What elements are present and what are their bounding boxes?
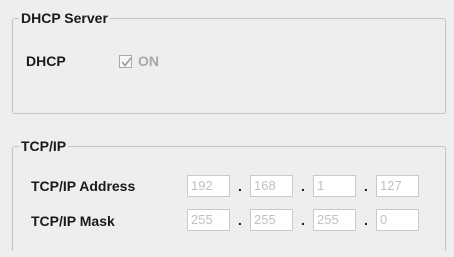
tcpip-address-octet-3[interactable]: 1 (313, 175, 356, 197)
dhcp-on-toggle[interactable]: ON (119, 53, 159, 69)
dhcp-on-checkbox[interactable] (119, 54, 132, 68)
tcpip-address-octet-4[interactable]: 127 (376, 175, 419, 197)
network-settings-panel: DHCP Server DHCP ON TCP/IP TCP/IP Addres… (0, 0, 454, 257)
tcpip-group-title: TCP/IP (19, 138, 69, 154)
tcpip-mask-field: 255 . 255 . 255 . 0 (187, 209, 419, 231)
tcpip-mask-label: TCP/IP Mask (31, 213, 115, 229)
dhcp-on-label: ON (138, 53, 159, 69)
tcpip-address-separator: . (238, 178, 242, 194)
dhcp-label: DHCP (26, 53, 66, 69)
tcpip-mask-separator: . (301, 212, 305, 228)
tcpip-mask-separator: . (238, 212, 242, 228)
tcpip-mask-octet-3[interactable]: 255 (313, 209, 356, 231)
tcpip-address-octet-2[interactable]: 168 (250, 175, 293, 197)
dhcp-server-group-title: DHCP Server (19, 10, 110, 26)
check-icon (121, 57, 132, 66)
tcpip-group: TCP/IP TCP/IP Address 192 . 168 . 1 . 12… (12, 138, 446, 251)
tcpip-address-field: 192 . 168 . 1 . 127 (187, 175, 419, 197)
tcpip-mask-octet-2[interactable]: 255 (250, 209, 293, 231)
tcpip-mask-separator: . (364, 212, 368, 228)
tcpip-mask-octet-4[interactable]: 0 (376, 209, 419, 231)
tcpip-address-separator: . (301, 178, 305, 194)
tcpip-address-octet-1[interactable]: 192 (187, 175, 230, 197)
tcpip-address-separator: . (364, 178, 368, 194)
tcpip-address-label: TCP/IP Address (31, 178, 136, 194)
dhcp-server-group: DHCP Server DHCP ON (12, 10, 446, 114)
tcpip-mask-octet-1[interactable]: 255 (187, 209, 230, 231)
